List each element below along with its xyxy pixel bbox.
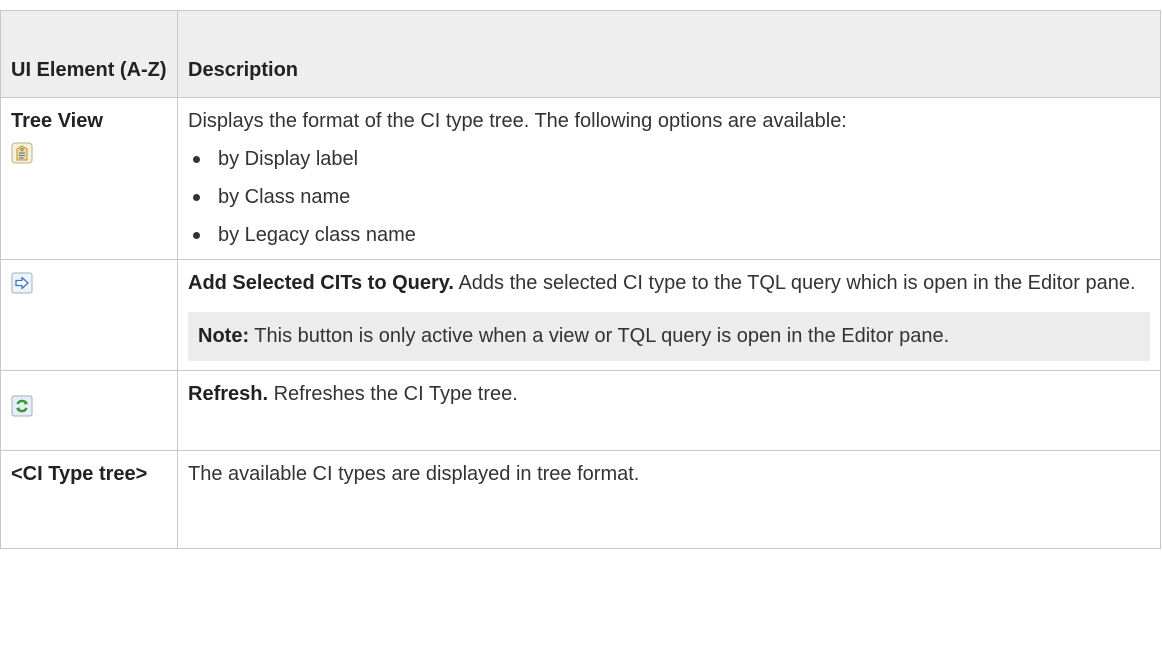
header-ui-element: UI Element (A-Z) — [0, 10, 178, 98]
list-item: by Legacy class name — [188, 220, 1150, 250]
element-name: <CI Type tree> — [11, 463, 148, 485]
table-row-ci-type-tree: <CI Type tree> The available CI types ar… — [0, 450, 1161, 549]
header-row: UI Element (A-Z) Description — [0, 10, 1161, 98]
element-name: Tree View — [11, 110, 103, 132]
refresh-icon[interactable] — [11, 395, 33, 417]
header-description: Description — [177, 10, 1161, 98]
description-text: Adds the selected CI type to the TQL que… — [453, 272, 1136, 294]
description-cell: Refresh. Refreshes the CI Type tree. — [177, 370, 1161, 451]
arrow-right-icon[interactable] — [11, 272, 33, 294]
description-cell: Add Selected CITs to Query. Adds the sel… — [177, 259, 1161, 371]
note-box: Note: This button is only active when a … — [188, 312, 1150, 361]
table-header: UI Element (A-Z) Description — [0, 10, 1161, 98]
element-cell: Tree View — [0, 97, 178, 260]
table-row-add-selected: Add Selected CITs to Query. Adds the sel… — [0, 259, 1161, 371]
tag-label-icon[interactable] — [11, 142, 33, 164]
element-cell — [0, 259, 178, 371]
note-label: Note: — [198, 325, 250, 347]
description-title: Refresh. — [188, 383, 269, 405]
description-text: Refreshes the CI Type tree. — [268, 383, 518, 405]
description-cell: The available CI types are displayed in … — [177, 450, 1161, 549]
list-item: by Display label — [188, 144, 1150, 174]
table-row-refresh: Refresh. Refreshes the CI Type tree. — [0, 370, 1161, 451]
note-text: This button is only active when a view o… — [249, 325, 950, 347]
table-row-tree-view: Tree View Displays the format of the CI … — [0, 97, 1161, 260]
ui-elements-table: UI Element (A-Z) Description Tree View D… — [0, 10, 1161, 549]
list-item: by Class name — [188, 182, 1150, 212]
bullet-icon — [193, 194, 200, 201]
description-text: The available CI types are displayed in … — [188, 463, 640, 485]
description-title: Add Selected CITs to Query. — [188, 272, 454, 294]
bullet-icon — [193, 232, 200, 239]
options-list: by Display label by Class name by Legacy… — [188, 144, 1150, 250]
element-cell: <CI Type tree> — [0, 450, 178, 549]
description-cell: Displays the format of the CI type tree.… — [177, 97, 1161, 260]
description-text: Displays the format of the CI type tree.… — [188, 110, 847, 132]
element-cell — [0, 370, 178, 451]
bullet-icon — [193, 156, 200, 163]
